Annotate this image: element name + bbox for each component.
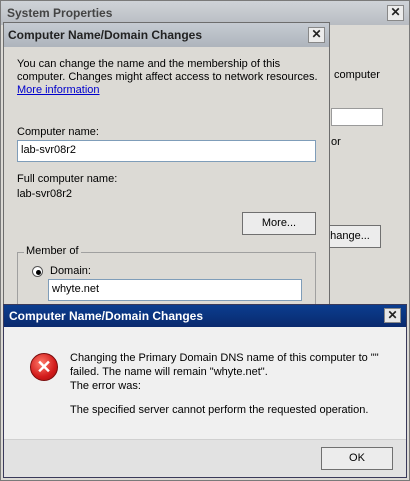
domain-input[interactable]: whyte.net bbox=[48, 279, 302, 301]
more-information-link[interactable]: More information bbox=[17, 84, 100, 96]
system-properties-title: System Properties bbox=[7, 6, 113, 20]
error-dialog-close-icon[interactable]: ✕ bbox=[384, 308, 401, 323]
computer-name-label: Computer name: bbox=[17, 126, 99, 138]
more-button-label: More... bbox=[261, 217, 297, 229]
domain-label: Domain: bbox=[50, 265, 91, 277]
error-message-line3: The error was: bbox=[70, 380, 141, 392]
error-dialog-title: Computer Name/Domain Changes bbox=[9, 309, 204, 323]
bg-label-or: or bbox=[331, 136, 341, 148]
computer-name-dialog-titlebar: Computer Name/Domain Changes bbox=[4, 23, 329, 47]
ok-button-label: OK bbox=[349, 452, 365, 464]
computer-name-dialog-close-icon[interactable]: ✕ bbox=[308, 27, 325, 43]
domain-radio[interactable] bbox=[32, 266, 43, 277]
error-message-line2: failed. The name will remain "whyte.net"… bbox=[70, 366, 268, 378]
error-message-line1: Changing the Primary Domain DNS name of … bbox=[70, 352, 379, 364]
ok-button[interactable]: OK bbox=[321, 447, 393, 470]
error-message-area: ✕ Changing the Primary Domain DNS name o… bbox=[4, 327, 406, 444]
system-properties-close-icon[interactable]: ✕ bbox=[387, 5, 404, 21]
change-button-label: hange... bbox=[330, 230, 370, 242]
member-of-label: Member of bbox=[24, 245, 81, 257]
computer-name-dialog-body: You can change the name and the membersh… bbox=[4, 47, 329, 312]
bg-description-field[interactable] bbox=[331, 108, 383, 126]
full-computer-name-value: lab-svr08r2 bbox=[17, 188, 73, 200]
intro-text-line1: You can change the name and the membersh… bbox=[17, 58, 281, 70]
error-dialog: Computer Name/Domain Changes ✕ ✕ Changin… bbox=[3, 304, 407, 478]
computer-name-dialog: Computer Name/Domain Changes ✕ You can c… bbox=[3, 22, 330, 312]
domain-value: whyte.net bbox=[52, 283, 100, 295]
error-message-line4: The specified server cannot perform the … bbox=[70, 404, 369, 416]
error-x-icon: ✕ bbox=[30, 353, 58, 381]
computer-name-input[interactable]: lab-svr08r2 bbox=[17, 140, 316, 162]
computer-name-dialog-title: Computer Name/Domain Changes bbox=[8, 28, 203, 42]
bg-label-computer: computer bbox=[334, 69, 380, 81]
full-computer-name-label: Full computer name: bbox=[17, 173, 118, 185]
computer-name-value: lab-svr08r2 bbox=[21, 144, 77, 156]
error-dialog-footer: OK bbox=[4, 439, 406, 477]
error-dialog-titlebar: Computer Name/Domain Changes bbox=[4, 305, 406, 327]
intro-text-line2: computer. Changes might affect access to… bbox=[17, 71, 318, 83]
more-button[interactable]: More... bbox=[242, 212, 316, 235]
